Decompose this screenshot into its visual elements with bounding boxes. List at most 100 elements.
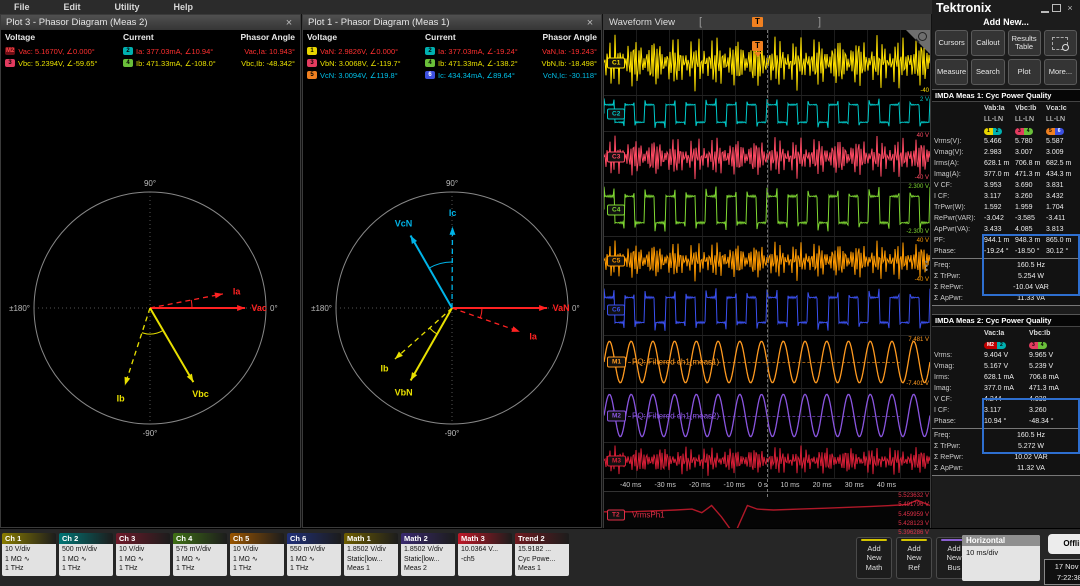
scale-label: -40	[920, 88, 929, 94]
more-button[interactable]: More...	[1043, 59, 1077, 85]
search-button[interactable]: Search	[971, 59, 1005, 85]
legend-row: VaN,Ia: -19.243°	[499, 45, 597, 57]
plot1-legend-col-angle: Phasor Angle VaN,Ia: -19.243° VbN,Ib: -18.…	[499, 32, 597, 81]
badge-pair: M2 2	[984, 341, 1006, 349]
meas-data-row: PF: 944.1 m 948.3 m 865.0 m	[934, 235, 1078, 246]
trace-handle-m1[interactable]: M1	[607, 356, 627, 368]
value-cell: 5.466	[984, 138, 1002, 145]
badge-math2[interactable]: Math 2 1.8502 V/div Static[low... Meas 2	[401, 533, 455, 576]
menu-utility[interactable]: Utility	[115, 2, 140, 12]
value-cell: 682.5 m	[1046, 160, 1072, 167]
badge-line: 10 V/div	[233, 546, 259, 553]
callout-button[interactable]: Callout	[971, 30, 1005, 56]
plot1-close-icon[interactable]: ×	[584, 17, 596, 29]
value-cell: 1.592	[984, 204, 1002, 211]
offline-button[interactable]: Offline	[1048, 534, 1080, 554]
trace-handle-t2[interactable]: T2	[607, 509, 625, 520]
legend-row: 3 VbN: 3.0068V, ∠-119.7°	[307, 57, 423, 69]
add-new-ref-button[interactable]: Add New Ref	[896, 537, 932, 579]
badge-ch2[interactable]: Ch 2 500 mV/div 1 MΩ ∿ 1 THz	[59, 533, 113, 576]
svg-text:VbN: VbN	[395, 388, 413, 398]
badge-body: 550 mV/div 1 MΩ ∿ 1 THz	[287, 544, 341, 576]
badge-trend2[interactable]: Trend 2 15.9182 ... Cyc Powe... Meas 1	[515, 533, 569, 576]
badge-ch3[interactable]: Ch 3 10 V/div 1 MΩ ∿ 1 THz	[116, 533, 170, 576]
bottom-bar: Ch 1 10 V/div 1 MΩ ∿ 1 THz Ch 2 500 mV/div 1 M…	[0, 528, 1080, 586]
oscilloscope-app: File Edit Utility Help Plot 3 - Phasor Diag…	[0, 0, 1080, 586]
badge-ch5[interactable]: Ch 5 10 V/div 1 MΩ ∿ 1 THz	[230, 533, 284, 576]
plot1-panel: Plot 1 - Phasor Diagram (Meas 1) × Volta…	[302, 14, 602, 528]
badge-body: 575 mV/div 1 MΩ ∿ 1 THz	[173, 544, 227, 576]
summary-value: 160.5 Hz	[1016, 432, 1046, 439]
plot-button[interactable]: Plot	[1007, 59, 1041, 85]
plot1-title-bar[interactable]: Plot 1 - Phasor Diagram (Meas 1) ×	[303, 15, 601, 30]
row-label: Irms(A):	[934, 160, 959, 167]
meas-badge-row: M2 2 3 4	[934, 339, 1078, 350]
trace-handle-c5[interactable]: C5	[607, 255, 626, 266]
meas-data-row: TrPwr(W): 1.592 1.959 1.704	[934, 202, 1078, 213]
summary-label: Freq:	[934, 432, 951, 439]
meas2-title[interactable]: IMDA Meas 2: Cyc Power Quality	[932, 314, 1080, 327]
badge-line: 1 THz	[176, 565, 195, 572]
restore-button[interactable]	[1052, 4, 1061, 12]
badge-ch6[interactable]: Ch 6 550 mV/div 1 MΩ ∿ 1 THz	[287, 533, 341, 576]
legend-header: Phasor Angle	[240, 32, 295, 42]
trace-handle-c4[interactable]: C4	[607, 204, 626, 215]
minimize-button[interactable]	[1041, 4, 1049, 13]
row-label: Vrms(V):	[934, 138, 962, 145]
add-new-math-button[interactable]: Add New Math	[856, 537, 892, 579]
row-label: PF:	[934, 237, 945, 244]
badge-math1[interactable]: Math 1 1.8502 V/div Static[low... Meas 1	[344, 533, 398, 576]
trace-handle-m2[interactable]: M2	[607, 410, 627, 421]
scale-label: 40 V	[916, 238, 929, 244]
meas1-title[interactable]: IMDA Meas 1: Cyc Power Quality	[932, 89, 1080, 102]
svg-text:-90°: -90°	[445, 429, 460, 438]
meas-data-row: I CF: 3.117 3.260 3.432	[934, 191, 1078, 202]
badge-line: Static[low...	[404, 555, 440, 563]
trigger-marker-header[interactable]: T	[752, 17, 763, 27]
trigger-flag[interactable]: T	[752, 41, 763, 51]
summary-row: Σ ApPwr: 11.33 VA	[934, 293, 1078, 304]
trace-handle-m3[interactable]: M3	[607, 455, 627, 466]
waveform-title-bar[interactable]: Waveform View [ ] T	[604, 15, 930, 30]
close-button[interactable]: ×	[1064, 3, 1076, 13]
menu-file[interactable]: File	[14, 2, 30, 12]
plot3-title-bar[interactable]: Plot 3 - Phasor Diagram (Meas 2) ×	[1, 15, 300, 30]
cursors-button[interactable]: Cursors	[935, 30, 969, 56]
horizontal-panel[interactable]: Horizontal 10 ms/div	[962, 535, 1040, 581]
value-cell: 9.965 V	[1029, 352, 1054, 359]
trace-handle-c1[interactable]: C1	[607, 57, 626, 68]
measure-button[interactable]: Measure	[935, 59, 969, 85]
badge-ch1[interactable]: Ch 1 10 V/div 1 MΩ ∿ 1 THz	[2, 533, 56, 576]
summary-value: 11.33 VA	[1017, 295, 1045, 302]
trace-handle-c6[interactable]: C6	[607, 304, 626, 316]
meas-data-row: Vrms(V): 5.466 5.780 5.587	[934, 136, 1078, 147]
svg-text:±180°: ±180°	[311, 304, 332, 313]
value-cell: 471.3 m	[1015, 171, 1041, 178]
time-tick-label: -30 ms	[654, 481, 676, 489]
button-line: Ref	[908, 562, 920, 572]
summary-row: Σ TrPwr: 5.272 W	[934, 441, 1078, 452]
time-tick-label: 0 s	[758, 481, 768, 489]
menu-help[interactable]: Help	[174, 2, 194, 12]
value-cell: -18.50 °	[1015, 248, 1040, 255]
menu-edit[interactable]: Edit	[64, 2, 81, 12]
badge-math3[interactable]: Math 3 10.0364 V... -ch5	[458, 533, 512, 576]
value-cell: 3.260	[1015, 193, 1033, 200]
source-badges: 34	[1029, 341, 1074, 349]
zoom-tool-button[interactable]	[1043, 30, 1077, 56]
trace-handle-c2[interactable]: C2	[607, 108, 626, 119]
legend-text: Vac,Ia: 10.943°	[244, 46, 295, 56]
scale-label: 5.396286 V	[898, 530, 929, 536]
results-table-button[interactable]: Results Table	[1007, 30, 1041, 56]
meas-data-row: Vmag: 5.167 V 5.239 V	[934, 361, 1078, 372]
svg-text:Ic: Ic	[449, 208, 457, 218]
badge-ch4[interactable]: Ch 4 575 mV/div 1 MΩ ∿ 1 THz	[173, 533, 227, 576]
channel-badge-4: 4	[123, 59, 133, 67]
value-cell: 944.1 m	[984, 237, 1010, 244]
meas-data-row: V CF: 3.953 3.690 3.831	[934, 180, 1078, 191]
trace-handle-c3[interactable]: C3	[607, 151, 626, 163]
source-badges: 56	[1046, 127, 1077, 135]
plot3-close-icon[interactable]: ×	[283, 17, 295, 29]
panel-grip-icon[interactable]: • • •	[925, 258, 928, 275]
row-label: V CF:	[934, 182, 952, 189]
